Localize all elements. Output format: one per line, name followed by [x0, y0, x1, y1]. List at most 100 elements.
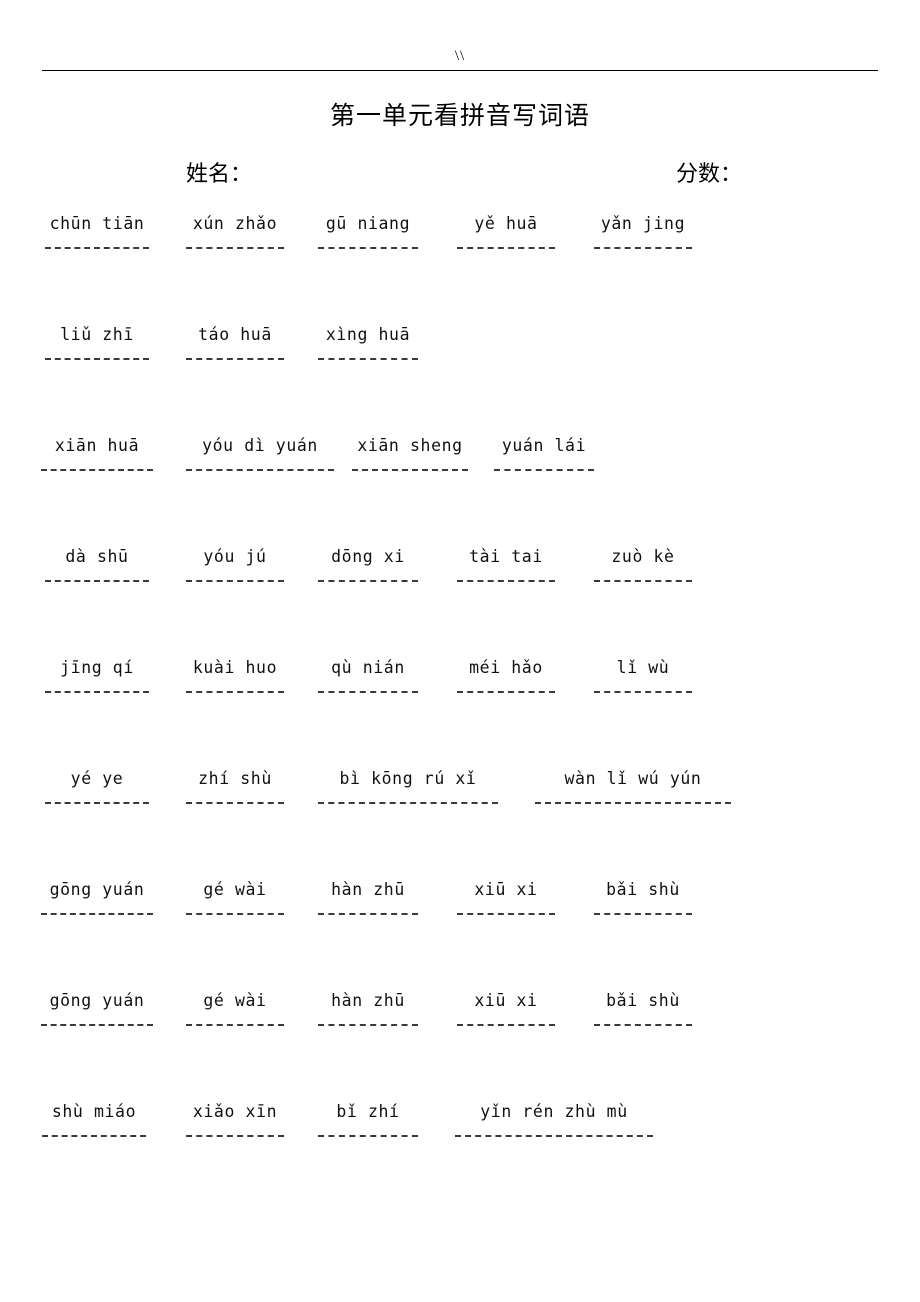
exercise-item: shù miáo	[42, 1100, 146, 1137]
answer-blank-line[interactable]	[594, 691, 692, 693]
answer-blank-line[interactable]	[594, 1024, 692, 1026]
pinyin-text: hàn zhū	[331, 880, 405, 899]
answer-blank-line[interactable]	[186, 247, 284, 249]
exercise-item: gé wài	[186, 878, 284, 915]
exercise-item: liǔ zhī	[45, 323, 149, 360]
exercise-item: yǎn jing	[594, 212, 692, 249]
pinyin-text: yě huā	[474, 214, 538, 233]
answer-blank-line[interactable]	[318, 358, 418, 360]
answer-blank-line[interactable]	[318, 1135, 418, 1137]
answer-blank-line[interactable]	[186, 469, 334, 471]
answer-blank-line[interactable]	[41, 913, 153, 915]
pinyin-text: bǐ zhí	[336, 1102, 400, 1121]
answer-blank-line[interactable]	[455, 1135, 653, 1137]
answer-blank-line[interactable]	[594, 247, 692, 249]
exercise-item: gé wài	[186, 989, 284, 1026]
exercise-row: liǔ zhī táo huā xìng huā	[0, 323, 920, 434]
page-header: \\	[42, 48, 878, 78]
exercise-item: zhí shù	[186, 767, 284, 804]
pinyin-text: chūn tiān	[49, 214, 145, 233]
pinyin-text: yuán lái	[501, 436, 587, 455]
exercise-item: méi hǎo	[457, 656, 555, 693]
answer-blank-line[interactable]	[457, 913, 555, 915]
exercise-item: gōng yuán	[41, 989, 153, 1026]
exercise-row: gōng yuán gé wài hàn zhū xiū xi bǎi shù	[0, 989, 920, 1100]
pinyin-text: dōng xi	[331, 547, 405, 566]
pinyin-text: lǐ wù	[616, 658, 670, 677]
answer-blank-line[interactable]	[45, 358, 149, 360]
exercise-row: jīng qí kuài huo qù nián méi hǎo lǐ wù	[0, 656, 920, 767]
answer-blank-line[interactable]	[535, 802, 731, 804]
answer-blank-line[interactable]	[45, 247, 149, 249]
exercise-item: dōng xi	[318, 545, 418, 582]
answer-blank-line[interactable]	[186, 358, 284, 360]
exercise-item: bǎi shù	[594, 878, 692, 915]
pinyin-text: xiǎo xīn	[192, 1102, 278, 1121]
exercise-item: chūn tiān	[45, 212, 149, 249]
exercise-item: bǎi shù	[594, 989, 692, 1026]
exercise-item: xiǎo xīn	[186, 1100, 284, 1137]
exercise-item: xìng huā	[318, 323, 418, 360]
pinyin-text: xiān huā	[54, 436, 140, 455]
pinyin-text: gōng yuán	[49, 991, 145, 1010]
pinyin-text: xiū xi	[474, 991, 538, 1010]
exercise-item: wàn lǐ wú yún	[535, 767, 731, 804]
pinyin-text: gōng yuán	[49, 880, 145, 899]
pinyin-text: liǔ zhī	[60, 325, 134, 344]
exercise-item: bì kōng rú xǐ	[318, 767, 498, 804]
answer-blank-line[interactable]	[186, 691, 284, 693]
answer-blank-line[interactable]	[594, 580, 692, 582]
exercise-item: lǐ wù	[594, 656, 692, 693]
exercise-item: zuò kè	[594, 545, 692, 582]
pinyin-text: xìng huā	[325, 325, 411, 344]
exercise-item: gū niang	[318, 212, 418, 249]
answer-blank-line[interactable]	[186, 913, 284, 915]
answer-blank-line[interactable]	[352, 469, 468, 471]
answer-blank-line[interactable]	[318, 691, 418, 693]
pinyin-text: yǐn rén zhù mù	[480, 1102, 628, 1121]
pinyin-text: gé wài	[203, 991, 267, 1010]
answer-blank-line[interactable]	[318, 913, 418, 915]
pinyin-text: xiān sheng	[357, 436, 463, 455]
exercise-row: shù miáo xiǎo xīn bǐ zhí yǐn rén zhù mù	[0, 1100, 920, 1211]
answer-blank-line[interactable]	[45, 580, 149, 582]
student-info-row: 姓名： 分数：	[0, 160, 920, 196]
answer-blank-line[interactable]	[41, 469, 153, 471]
answer-blank-line[interactable]	[186, 1024, 284, 1026]
answer-blank-line[interactable]	[457, 247, 555, 249]
exercise-item: dà shū	[45, 545, 149, 582]
answer-blank-line[interactable]	[45, 691, 149, 693]
answer-blank-line[interactable]	[457, 691, 555, 693]
answer-blank-line[interactable]	[318, 1024, 418, 1026]
answer-blank-line[interactable]	[186, 802, 284, 804]
pinyin-text: kuài huo	[192, 658, 278, 677]
exercise-item: yě huā	[457, 212, 555, 249]
name-label: 姓名：	[186, 162, 253, 187]
exercise-item: yóu dì yuán	[186, 434, 334, 471]
answer-blank-line[interactable]	[186, 1135, 284, 1137]
answer-blank-line[interactable]	[494, 469, 594, 471]
answer-blank-line[interactable]	[318, 247, 418, 249]
answer-blank-line[interactable]	[41, 1024, 153, 1026]
exercise-row: chūn tiān xún zhǎo gū niang yě huā yǎn jing	[0, 212, 920, 323]
pinyin-text: qù nián	[331, 658, 405, 677]
answer-blank-line[interactable]	[318, 580, 418, 582]
answer-blank-line[interactable]	[594, 913, 692, 915]
exercise-item: bǐ zhí	[318, 1100, 418, 1137]
pinyin-text: bǎi shù	[606, 880, 680, 899]
pinyin-text: yǎn jing	[600, 214, 686, 233]
exercise-item: táo huā	[186, 323, 284, 360]
pinyin-text: xiū xi	[474, 880, 538, 899]
score-label: 分数：	[676, 162, 743, 187]
answer-blank-line[interactable]	[45, 802, 149, 804]
pinyin-text: dà shū	[65, 547, 129, 566]
exercise-row: gōng yuán gé wài hàn zhū xiū xi bǎi shù	[0, 878, 920, 989]
answer-blank-line[interactable]	[42, 1135, 146, 1137]
exercise-item: xiū xi	[457, 878, 555, 915]
answer-blank-line[interactable]	[457, 580, 555, 582]
answer-blank-line[interactable]	[186, 580, 284, 582]
answer-blank-line[interactable]	[318, 802, 498, 804]
answer-blank-line[interactable]	[457, 1024, 555, 1026]
exercise-row: yé ye zhí shù bì kōng rú xǐ wàn lǐ wú yún	[0, 767, 920, 878]
pinyin-text: bǎi shù	[606, 991, 680, 1010]
